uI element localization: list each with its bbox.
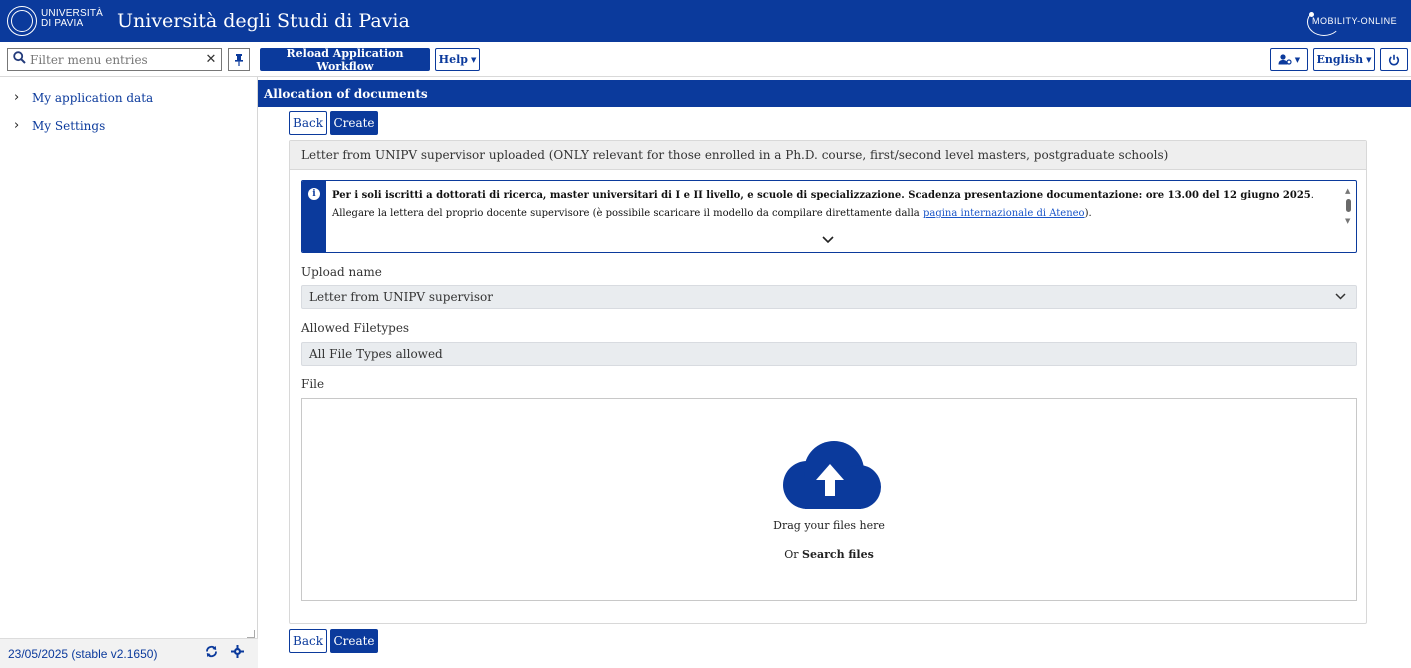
allowed-filetypes-field: All File Types allowed xyxy=(301,342,1357,366)
back-button-top[interactable]: Back xyxy=(289,111,327,135)
filter-menu-input[interactable] xyxy=(30,52,201,67)
sidebar-item-my-application-data[interactable]: › My application data xyxy=(14,90,153,105)
sidebar-item-my-settings[interactable]: › My Settings xyxy=(14,118,105,133)
mobility-online-brand-text: MOBILITY-ONLINE xyxy=(1312,16,1398,26)
info-text-after: ). xyxy=(1084,208,1092,219)
info-icon: i xyxy=(308,188,320,200)
logout-button[interactable] xyxy=(1380,48,1408,71)
help-dropdown-button[interactable]: Help ▼ xyxy=(435,48,480,71)
version-info: 23/05/2025 (stable v2.1650) xyxy=(8,647,158,661)
menu-filter: ✕ xyxy=(7,48,222,71)
language-dropdown-button[interactable]: English ▼ xyxy=(1313,48,1375,71)
search-files-link[interactable]: Search files xyxy=(802,548,874,561)
app-title: Università degli Studi di Pavia xyxy=(117,10,410,32)
upload-name-select[interactable]: Letter from UNIPV supervisor xyxy=(301,285,1357,309)
university-seal-logo xyxy=(7,6,37,36)
info-instructions-text: Allegare la lettera del proprio docente … xyxy=(332,208,1092,219)
info-deadline-text: Per i soli iscritti a dottorati di ricer… xyxy=(332,190,1314,201)
sidebar-item-label: My Settings xyxy=(32,118,106,133)
sidebar-resize-handle[interactable] xyxy=(247,630,255,638)
cloud-upload-icon xyxy=(783,441,881,509)
logo-line-2: DI PAVIA xyxy=(41,18,84,29)
section-title-bar: Allocation of documents xyxy=(258,80,1411,107)
upload-name-value: Letter from UNIPV supervisor xyxy=(309,290,494,304)
chevron-down-icon xyxy=(1335,290,1346,303)
clear-filter-icon[interactable]: ✕ xyxy=(201,52,221,67)
sidebar-item-label: My application data xyxy=(32,90,154,105)
allowed-filetypes-label: Allowed Filetypes xyxy=(301,321,410,335)
caret-down-icon: ▼ xyxy=(470,55,477,64)
search-files-prompt: Or Search files xyxy=(302,548,1356,561)
create-button-top[interactable]: Create xyxy=(330,111,378,135)
sidebar-footer: 23/05/2025 (stable v2.1650) xyxy=(0,638,258,668)
file-label: File xyxy=(301,377,325,391)
or-text: Or xyxy=(784,548,799,561)
sidebar: › My application data › My Settings 23/0… xyxy=(0,77,258,668)
university-logo-text: UNIVERSITÀ DI PAVIA xyxy=(41,9,103,29)
user-menu-button[interactable]: ▼ xyxy=(1270,48,1308,71)
info-bold-end: . xyxy=(1310,190,1314,201)
mobility-online-logo: MOBILITY-ONLINE xyxy=(1301,8,1409,36)
toolbar: ✕ Reload Application Workflow Help ▼ ▼ E… xyxy=(0,42,1411,77)
user-cog-icon xyxy=(1278,54,1292,65)
gear-icon[interactable] xyxy=(231,645,244,662)
scrollbar-thumb[interactable] xyxy=(1346,199,1351,212)
info-notice: i Per i soli iscritti a dottorati di ric… xyxy=(301,180,1357,253)
app-header: UNIVERSITÀ DI PAVIA Università degli Stu… xyxy=(0,0,1411,42)
upload-name-label: Upload name xyxy=(301,265,382,279)
scroll-down-arrow-icon[interactable]: ▼ xyxy=(1345,217,1350,225)
language-label: English xyxy=(1316,53,1364,66)
info-text-before: Allegare la lettera del proprio docente … xyxy=(332,208,923,219)
caret-down-icon: ▼ xyxy=(1366,55,1372,64)
allowed-filetypes-value: All File Types allowed xyxy=(309,347,443,361)
chevron-right-icon: › xyxy=(14,90,20,105)
pin-menu-button[interactable] xyxy=(228,48,250,71)
drag-files-text: Drag your files here xyxy=(773,519,885,532)
panel-title: Letter from UNIPV supervisor uploaded (O… xyxy=(290,141,1366,170)
info-scrollbar[interactable]: ▲ ▼ xyxy=(1345,187,1353,225)
create-button-bottom[interactable]: Create xyxy=(330,629,378,653)
caret-down-icon: ▼ xyxy=(1294,55,1301,64)
scroll-up-arrow-icon[interactable]: ▲ xyxy=(1345,187,1350,195)
back-button-bottom[interactable]: Back xyxy=(289,629,327,653)
search-icon xyxy=(8,51,30,68)
pin-icon xyxy=(235,53,243,66)
power-icon xyxy=(1388,54,1400,65)
help-label: Help xyxy=(438,53,468,66)
ateneo-international-page-link[interactable]: pagina internazionale di Ateneo xyxy=(923,208,1085,219)
document-panel: Letter from UNIPV supervisor uploaded (O… xyxy=(289,140,1367,624)
chevron-right-icon: › xyxy=(14,118,20,133)
reload-application-workflow-button[interactable]: Reload Application Workflow xyxy=(260,47,430,73)
section-title: Allocation of documents xyxy=(264,86,428,101)
expand-chevron-icon[interactable] xyxy=(822,233,834,247)
refresh-icon[interactable] xyxy=(205,645,218,662)
info-bold-text: Per i soli iscritti a dottorati di ricer… xyxy=(332,190,1311,201)
file-dropzone[interactable]: Drag your files here Or Search files xyxy=(301,398,1357,601)
